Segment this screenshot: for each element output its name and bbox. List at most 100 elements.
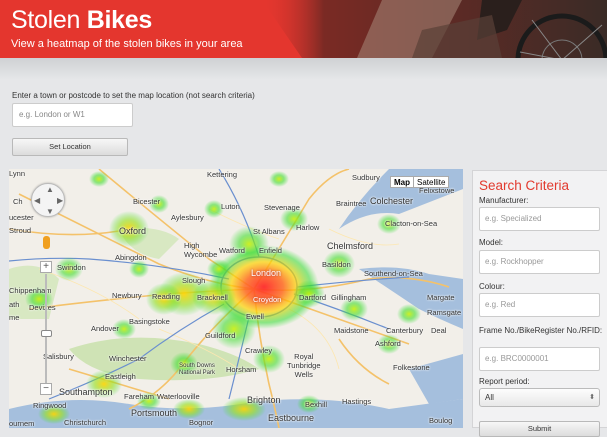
place-label: Aylesbury <box>171 213 204 222</box>
place-label: me <box>9 313 20 322</box>
heatmap-map[interactable]: Lynn Kettering Sudbury Felixstowe Ch Bic… <box>9 169 463 428</box>
map-type-map-button[interactable]: Map <box>391 177 414 187</box>
place-label: Lynn <box>9 169 25 178</box>
place-label: Portsmouth <box>131 408 178 418</box>
zoom-in-button[interactable]: + <box>40 261 52 273</box>
place-label: Ewell <box>246 312 264 321</box>
place-label: Andover <box>91 324 119 333</box>
place-label: Sudbury <box>352 173 380 182</box>
zoom-slider-handle[interactable] <box>41 330 52 337</box>
place-label: Salisbury <box>43 352 74 361</box>
place-label: Eastbourne <box>268 413 315 423</box>
place-label: Christchurch <box>64 418 107 427</box>
model-input[interactable]: e.g. Rockhopper <box>479 250 600 274</box>
place-label: Bicester <box>133 197 161 206</box>
pan-control[interactable]: ▲ ▼ ◀ ▶ <box>31 183 65 217</box>
select-arrows-icon: ⬍ <box>589 394 595 401</box>
place-label: Clacton-on-Sea <box>385 219 438 228</box>
place-label: Abingdon <box>115 253 147 262</box>
place-label: Brighton <box>247 395 281 405</box>
place-label: Margate <box>427 293 455 302</box>
place-label: Stroud <box>9 226 32 235</box>
place-label: Folkestone <box>393 363 430 372</box>
zoom-slider-track[interactable] <box>45 274 47 384</box>
place-label: Hastings <box>342 397 372 406</box>
place-label: High Wycombe <box>184 241 218 259</box>
place-label: Horsham <box>226 365 257 374</box>
place-label: Winchester <box>109 354 147 363</box>
place-label: South Downs National Park <box>179 363 216 376</box>
place-label: Fareham <box>124 392 155 401</box>
place-label: Boulog <box>429 416 453 425</box>
place-label: Swindon <box>57 263 86 272</box>
place-label: Bexhill <box>305 400 328 409</box>
place-label: Slough <box>182 276 206 285</box>
place-label: Harlow <box>296 223 320 232</box>
place-label: Southend-on-Sea <box>364 269 423 278</box>
place-label: St Albans <box>253 227 285 236</box>
colour-label: Colour: <box>479 282 505 291</box>
place-label: Oxford <box>119 226 147 236</box>
pan-left-icon[interactable]: ◀ <box>34 196 40 205</box>
place-label: Deal <box>431 326 447 335</box>
search-criteria-panel: Search Criteria Manufacturer: e.g. Speci… <box>472 170 607 437</box>
manufacturer-label: Manufacturer: <box>479 196 529 205</box>
map-type-satellite-button[interactable]: Satellite <box>414 177 448 187</box>
cyclist-hero-image <box>262 0 607 58</box>
place-label: ucester <box>9 213 34 222</box>
report-period-label: Report period: <box>479 377 530 386</box>
place-label: Maidstone <box>334 326 369 335</box>
place-label: Basingstoke <box>129 317 170 326</box>
place-label: Ashford <box>375 339 401 348</box>
place-label: Kettering <box>207 170 238 179</box>
pan-down-icon[interactable]: ▼ <box>46 207 54 216</box>
location-input[interactable]: e.g. London or W1 <box>12 103 133 127</box>
search-criteria-title: Search Criteria <box>479 178 570 193</box>
place-label: London <box>251 268 282 278</box>
street-view-pegman-icon[interactable] <box>43 236 50 249</box>
place-label: Newbury <box>112 291 142 300</box>
place-label: Ramsgate <box>427 308 462 317</box>
place-label: Eastleigh <box>105 372 136 381</box>
place-label: ath <box>9 300 20 309</box>
place-label: Royal Tunbridge Wells <box>287 352 321 379</box>
place-label: Stevenage <box>264 203 300 212</box>
place-label: Enfield <box>259 246 282 255</box>
location-label: Enter a town or postcode to set the map … <box>12 91 255 100</box>
place-label: Ringwood <box>33 401 67 410</box>
place-label: Devizes <box>29 303 56 312</box>
report-period-value: All <box>485 393 494 402</box>
manufacturer-input[interactable]: e.g. Specialized <box>479 207 600 231</box>
place-label: Croydon <box>253 295 282 304</box>
place-label: Southampton <box>59 387 113 397</box>
place-label: Dartford <box>299 293 327 302</box>
place-label: Waterlooville <box>157 392 200 401</box>
place-label: Luton <box>221 202 240 211</box>
page-title: Stolen Bikes <box>11 6 152 34</box>
place-label: Bracknell <box>197 293 228 302</box>
place-label: Colchester <box>370 196 414 206</box>
place-label: Ch <box>13 197 23 206</box>
submit-button[interactable]: Submit <box>479 421 600 437</box>
model-label: Model: <box>479 238 504 247</box>
set-location-button[interactable]: Set Location <box>12 138 128 156</box>
zoom-out-button[interactable]: − <box>40 383 52 395</box>
frame-number-input[interactable]: e.g. BRC0000001 <box>479 347 600 371</box>
frame-number-label: Frame No./BikeRegister No./RFID: <box>479 326 603 335</box>
place-label: Basildon <box>322 260 351 269</box>
place-label: Gillingham <box>331 293 367 302</box>
site-header: Stolen Bikes View a heatmap of the stole… <box>0 0 607 58</box>
place-label: Reading <box>152 292 180 301</box>
place-label: Canterbury <box>386 326 424 335</box>
map-type-control: Map Satellite <box>390 176 450 188</box>
header-divider <box>0 58 607 80</box>
report-period-select[interactable]: All ⬍ <box>479 388 600 407</box>
place-label: Chelmsford <box>327 241 374 251</box>
place-label: Braintree <box>336 199 367 208</box>
pan-right-icon[interactable]: ▶ <box>57 196 63 205</box>
place-label: Watford <box>219 246 245 255</box>
place-label: Crawley <box>245 346 273 355</box>
pan-up-icon[interactable]: ▲ <box>46 185 54 194</box>
colour-input[interactable]: e.g. Red <box>479 293 600 317</box>
place-label: Bognor <box>189 418 214 427</box>
